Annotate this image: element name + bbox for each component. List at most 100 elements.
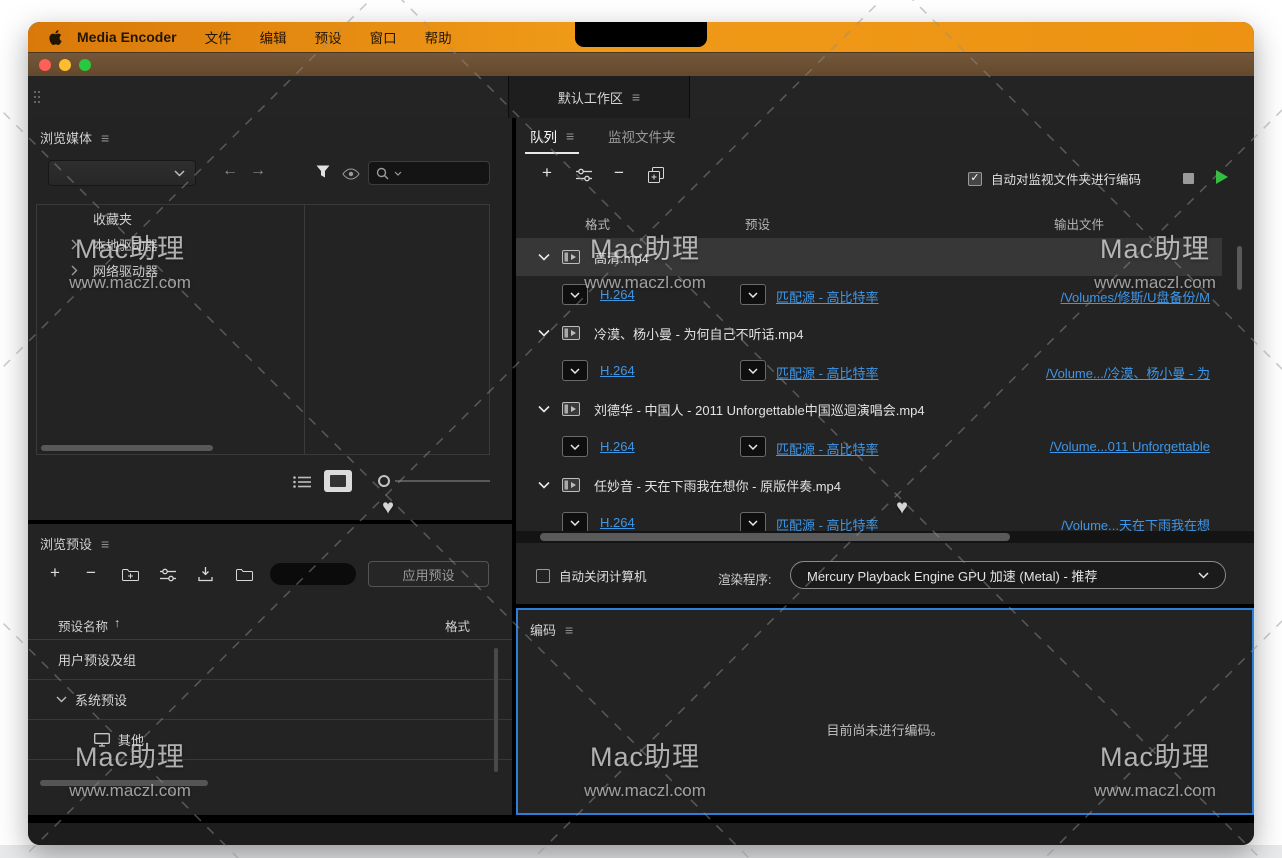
preset-dropdown[interactable] [740,436,766,457]
workspace-tab[interactable]: 默认工作区 ≡ [508,76,690,118]
format-dropdown[interactable] [562,284,588,305]
queue-source-row[interactable]: 冷漠、杨小曼 - 为何自己不听话.mp4 [516,314,1254,352]
collapse-chevron-icon[interactable] [538,253,550,261]
list-view-icon[interactable] [293,476,311,488]
format-dropdown[interactable] [562,436,588,457]
preset-row-other[interactable]: 其他 [28,720,512,760]
format-link[interactable]: H.264 [600,515,635,530]
delete-preset-button[interactable]: − [86,564,96,581]
filter-icon[interactable] [316,165,330,178]
queue-output-row[interactable]: H.264 匹配源 - 高比特率 /Volume.../冷漠、杨小曼 - 为 [516,352,1254,390]
sort-ascending-icon[interactable]: ↑ [114,616,120,635]
preset-link[interactable]: 匹配源 - 高比特率 [776,363,879,382]
apply-preset-button[interactable]: 应用预设 [368,561,489,587]
queue-column-headers: 格式 预设 输出文件 [516,210,1254,236]
collapse-chevron-icon[interactable] [538,405,550,413]
workspace-menu-icon[interactable]: ≡ [632,90,640,104]
auto-encode-checkbox[interactable]: ✓ [968,172,982,186]
queue-output-row[interactable]: H.264 匹配源 - 高比特率 /Volume...011 Unforgett… [516,428,1254,466]
encoding-menu-icon[interactable]: ≡ [565,623,573,637]
panel-grip-icon[interactable] [34,91,36,93]
queue-source-row[interactable]: 刘德华 - 中国人 - 2011 Unforgettable中国巡迴演唱会.mp… [516,390,1254,428]
preset-row-system[interactable]: 系统预设 [28,680,512,720]
apple-menu-icon[interactable] [48,29,63,46]
auto-encode-toggle[interactable]: ✓ 自动对监视文件夹进行编码 [968,169,1141,188]
format-dropdown[interactable] [562,360,588,381]
preset-link[interactable]: 匹配源 - 高比特率 [776,515,879,531]
media-search-box[interactable] [368,161,490,185]
menu-app-name[interactable]: Media Encoder [77,29,177,45]
display-notch [575,22,707,47]
preset-dropdown[interactable] [740,360,766,381]
menu-item-edit[interactable]: 编辑 [260,27,287,47]
queue-source-row[interactable]: 高清.mp4 [516,238,1222,276]
queue-vertical-scrollbar[interactable] [1237,246,1242,290]
start-queue-button[interactable] [1216,170,1228,184]
media-browser-menu-icon[interactable]: ≡ [101,131,109,145]
tree-item-network-drives[interactable]: 网络驱动器 [37,257,489,283]
window-title-bar[interactable] [28,52,1254,76]
preset-name-column[interactable]: 预设名称 [58,616,108,635]
new-preset-group-icon[interactable] [122,568,139,582]
zoom-button[interactable] [79,59,91,71]
queue-output-row[interactable]: H.264 匹配源 - 高比特率 /Volumes/修斯/U盘备份/M [516,276,1254,314]
duplicate-icon[interactable] [648,167,664,183]
menu-item-help[interactable]: 帮助 [425,27,452,47]
tree-item-favorites[interactable]: 收藏夹 [37,205,489,231]
preset-link[interactable]: 匹配源 - 高比特率 [776,439,879,458]
tab-watch-folders[interactable]: 监视文件夹 [608,118,676,154]
media-search-input[interactable] [407,166,482,180]
preset-link[interactable]: 匹配源 - 高比特率 [776,287,879,306]
preset-dropdown[interactable] [740,512,766,531]
new-preset-button[interactable]: + [50,564,60,581]
collapse-chevron-icon[interactable] [538,329,550,337]
format-link[interactable]: H.264 [600,363,635,378]
queue-settings-icon[interactable] [576,168,592,182]
tree-divider [304,205,305,454]
eye-icon[interactable] [342,168,360,180]
import-preset-icon[interactable] [198,567,213,582]
queue-source-row[interactable]: 任妙音 - 天在下雨我在想你 - 原版伴奏.mp4 [516,466,1254,504]
menu-item-file[interactable]: 文件 [205,27,232,47]
format-link[interactable]: H.264 [600,287,635,302]
tree-horizontal-scrollbar[interactable] [41,445,213,451]
menu-item-preset[interactable]: 预设 [315,27,342,47]
queue-horizontal-scrollbar[interactable] [516,531,1254,543]
close-button[interactable] [39,59,51,71]
preset-search-input[interactable] [270,563,356,585]
collapse-chevron-icon[interactable] [538,481,550,489]
back-arrow-icon[interactable]: ← [222,162,238,180]
output-link[interactable]: /Volume.../冷漠、杨小曼 - 为 [1046,363,1210,382]
output-link[interactable]: /Volume...011 Unforgettable [1050,439,1210,454]
zoom-slider-knob[interactable] [378,475,390,487]
stop-queue-button[interactable] [1183,173,1194,184]
preset-format-column[interactable]: 格式 [445,616,470,635]
forward-arrow-icon[interactable]: → [250,162,266,180]
preset-dropdown[interactable] [740,284,766,305]
preset-row-user[interactable]: 用户预设及组 [28,640,512,680]
tree-item-local-drives[interactable]: 本地驱动器 [37,231,489,257]
menu-item-window[interactable]: 窗口 [370,27,397,47]
output-link[interactable]: /Volume...天在下雨我在想 [1061,515,1210,531]
auto-shutdown-checkbox[interactable] [536,569,550,583]
minimize-button[interactable] [59,59,71,71]
tab-queue[interactable]: 队列 ≡ [530,118,574,154]
preset-browser-menu-icon[interactable]: ≡ [101,537,109,551]
preset-settings-icon[interactable] [160,568,176,582]
queue-output-row[interactable]: H.264 匹配源 - 高比特率 /Volume...天在下雨我在想 [516,504,1254,531]
add-source-button[interactable]: + [542,164,552,181]
renderer-dropdown[interactable]: Mercury Playback Engine GPU 加速 (Metal) -… [790,561,1226,589]
thumbnail-view-button[interactable] [324,470,352,492]
preset-vertical-scrollbar[interactable] [494,648,498,772]
scrollbar-thumb[interactable] [540,533,1010,541]
output-link[interactable]: /Volumes/修斯/U盘备份/M [1060,287,1210,306]
zoom-slider-track[interactable] [395,480,490,482]
queue-menu-icon[interactable]: ≡ [566,129,574,143]
preset-horizontal-scrollbar[interactable] [40,780,208,786]
format-dropdown[interactable] [562,512,588,531]
media-source-dropdown[interactable] [48,160,196,186]
auto-shutdown-toggle[interactable]: 自动关闭计算机 [536,566,647,585]
preset-folder-icon[interactable] [236,568,253,582]
remove-source-button[interactable]: − [614,164,624,181]
format-link[interactable]: H.264 [600,439,635,454]
